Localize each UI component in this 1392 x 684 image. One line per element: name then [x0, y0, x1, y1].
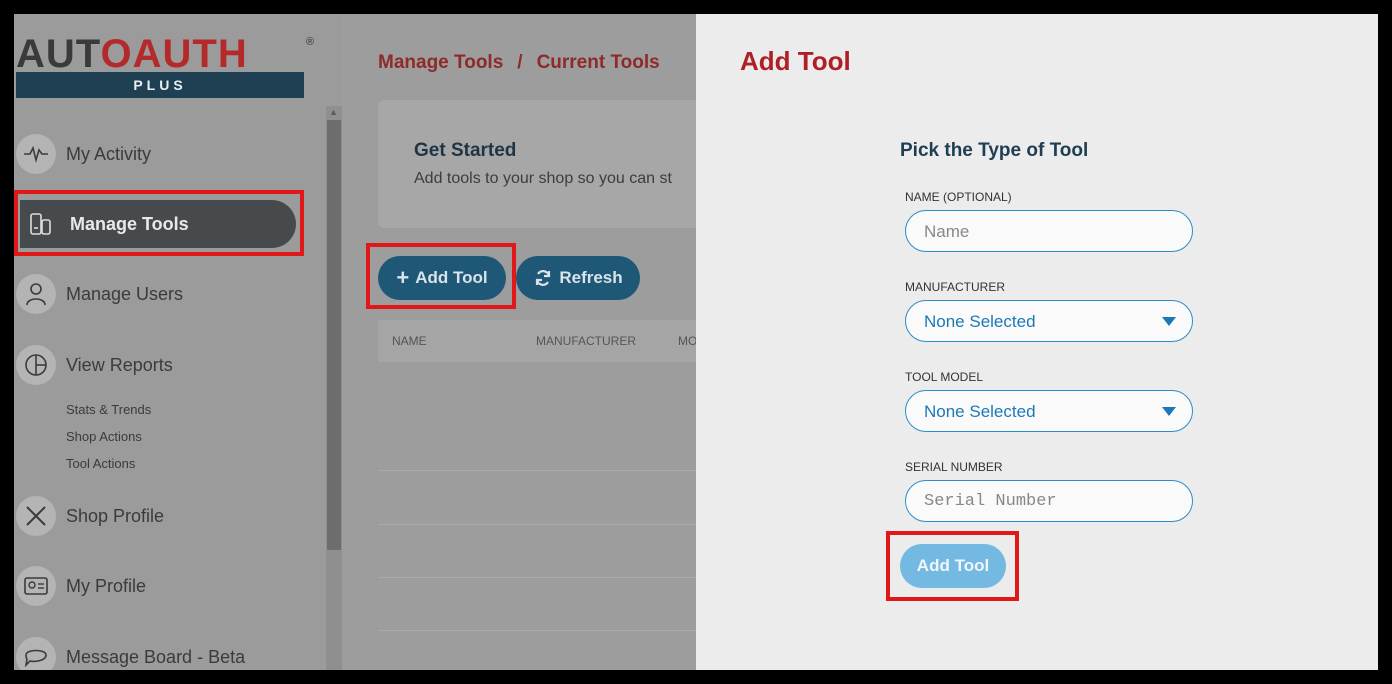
logo-word-left: AUT	[16, 32, 101, 76]
sidebar-item-label: My Profile	[66, 575, 147, 596]
table-divider	[378, 470, 696, 471]
sidebar-item-view-reports[interactable]: View Reports	[16, 341, 173, 389]
reports-icon	[16, 345, 56, 385]
column-header-name[interactable]: NAME	[392, 334, 427, 348]
wrench-icon	[16, 496, 56, 536]
app-window: AUTOAUTH ® PLUS My Activity Manage Tools…	[14, 14, 1378, 670]
serial-number-input[interactable]: Serial Number	[905, 480, 1193, 522]
users-icon	[16, 274, 56, 314]
logo-word-mid: AUTH	[132, 32, 248, 76]
breadcrumb-current-tools[interactable]: Current Tools	[537, 52, 660, 73]
manufacturer-field-label: MANUFACTURER	[905, 280, 1006, 294]
panel-title: Add Tool	[740, 46, 851, 76]
name-input[interactable]: Name	[905, 210, 1193, 252]
sidebar-subitem-tool-actions[interactable]: Tool Actions	[66, 456, 135, 471]
get-started-card: Get Started Add tools to your shop so yo…	[378, 100, 696, 228]
serial-number-placeholder: Serial Number	[924, 492, 1057, 511]
sidebar-scroll-thumb[interactable]	[327, 120, 341, 550]
autoauth-logo: AUTOAUTH ® PLUS	[16, 34, 316, 98]
logo-plus-banner: PLUS	[16, 72, 304, 98]
tool-model-field-label: TOOL MODEL	[905, 370, 984, 384]
registered-mark: ®	[306, 36, 315, 48]
serial-number-field-label: SERIAL NUMBER	[905, 460, 1003, 474]
chevron-down-icon	[1162, 317, 1176, 326]
refresh-button[interactable]: Refresh	[516, 256, 640, 300]
refresh-icon	[536, 270, 551, 286]
breadcrumb-separator: /	[517, 52, 523, 73]
name-placeholder: Name	[924, 222, 970, 241]
chat-icon	[16, 637, 56, 670]
sidebar-item-manage-users[interactable]: Manage Users	[16, 270, 183, 318]
sidebar-item-shop-profile[interactable]: Shop Profile	[16, 492, 164, 540]
sidebar-item-label: My Activity	[66, 143, 152, 164]
sidebar-item-label: Manage Users	[66, 283, 184, 304]
sidebar: AUTOAUTH ® PLUS My Activity Manage Tools…	[14, 14, 342, 670]
card-text: Add tools to your shop so you can st	[414, 170, 672, 187]
logo-o-icon: O	[100, 32, 133, 76]
tool-model-value: None Selected	[924, 402, 1036, 421]
refresh-label: Refresh	[559, 268, 623, 287]
breadcrumb-manage-tools[interactable]: Manage Tools	[378, 52, 503, 73]
add-tool-panel: Add Tool Pick the Type of Tool NAME (OPT…	[696, 14, 1378, 670]
name-field-label: NAME (OPTIONAL)	[905, 190, 1012, 204]
sidebar-item-message-board[interactable]: Message Board - Beta	[16, 633, 245, 670]
sidebar-item-my-activity[interactable]: My Activity	[16, 130, 151, 178]
sidebar-item-my-profile[interactable]: My Profile	[16, 562, 146, 610]
card-title: Get Started	[414, 140, 517, 161]
sidebar-subitem-stats-trends[interactable]: Stats & Trends	[66, 402, 151, 417]
manufacturer-value: None Selected	[924, 312, 1036, 331]
table-divider	[378, 630, 696, 631]
table-divider	[378, 524, 696, 525]
highlight-box-add-tool	[366, 243, 516, 309]
activity-icon	[16, 134, 56, 174]
highlight-box-manage-tools	[14, 190, 304, 256]
tool-model-select[interactable]: None Selected	[905, 390, 1193, 432]
chevron-down-icon	[1162, 407, 1176, 416]
highlight-box-submit	[886, 531, 1019, 601]
breadcrumb: Manage Tools / Current Tools	[378, 52, 660, 74]
sidebar-item-label: View Reports	[66, 354, 173, 375]
column-header-model[interactable]: MO	[678, 334, 696, 348]
column-header-manufacturer[interactable]: MANUFACTURER	[536, 334, 636, 348]
sidebar-subitem-shop-actions[interactable]: Shop Actions	[66, 429, 142, 444]
main-content: Manage Tools / Current Tools Get Started A…	[342, 14, 696, 670]
sidebar-item-label: Message Board - Beta	[66, 646, 246, 667]
manufacturer-select[interactable]: None Selected	[905, 300, 1193, 342]
table-divider	[378, 577, 696, 578]
tools-table-header: NAME MANUFACTURER MO	[378, 320, 696, 362]
id-card-icon	[16, 566, 56, 606]
sidebar-item-label: Shop Profile	[66, 505, 165, 526]
form-title: Pick the Type of Tool	[900, 140, 1089, 161]
scroll-up-arrow-icon[interactable]: ▲	[329, 107, 338, 117]
